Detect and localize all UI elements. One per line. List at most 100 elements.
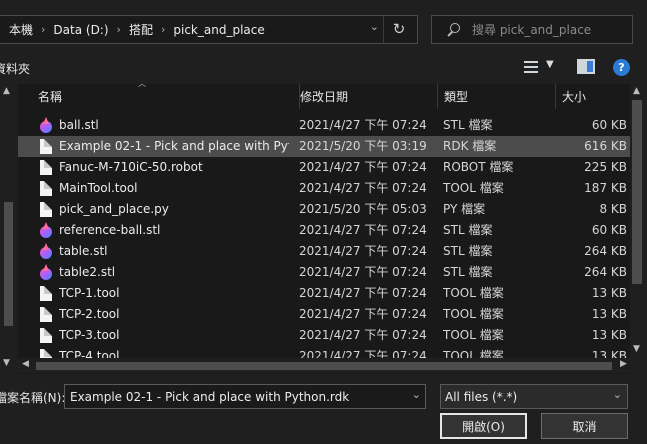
nav-pane-folder-label[interactable]: 資料夾 bbox=[0, 60, 30, 77]
file-name: TCP-3.tool bbox=[59, 328, 120, 342]
change-view-icon[interactable] bbox=[522, 59, 542, 75]
column-header-size[interactable]: 大小 bbox=[556, 84, 630, 109]
file-size: 616 KB bbox=[584, 139, 627, 153]
file-name: MainTool.tool bbox=[59, 181, 138, 195]
file-name: Example 02-1 - Pick and place with Pyt..… bbox=[59, 139, 289, 153]
divider bbox=[383, 16, 384, 43]
preview-pane-icon[interactable] bbox=[577, 59, 595, 74]
file-type: STL 檔案 bbox=[443, 118, 493, 132]
breadcrumb-item-folder[interactable]: 搭配 bbox=[129, 21, 153, 38]
nav-scrollbar-thumb[interactable] bbox=[4, 202, 13, 326]
breadcrumb-item-this-pc[interactable]: 本機 bbox=[9, 21, 33, 38]
file-type: TOOL 檔案 bbox=[443, 286, 504, 300]
file-date: 2021/4/27 下午 07:24 bbox=[299, 244, 427, 258]
nav-scroll-up-icon[interactable]: ▲ bbox=[3, 86, 10, 96]
document-icon bbox=[40, 139, 52, 154]
scroll-left-icon[interactable]: ◀ bbox=[22, 359, 29, 369]
file-row[interactable]: TCP-2.tool 2021/4/27 下午 07:24 TOOL 檔案 13 KB bbox=[18, 304, 630, 325]
filetype-select[interactable]: All files (*.*) ⌄ bbox=[440, 384, 628, 409]
scroll-up-icon[interactable]: ▲ bbox=[633, 86, 640, 96]
file-name: Fanuc-M-710iC-50.robot bbox=[59, 160, 203, 174]
vertical-scrollbar-thumb[interactable] bbox=[632, 100, 642, 284]
open-button[interactable]: 開啟(O) bbox=[440, 413, 527, 439]
file-size: 60 KB bbox=[591, 118, 627, 132]
chevron-right-icon[interactable]: › bbox=[41, 23, 45, 36]
file-name: pick_and_place.py bbox=[59, 202, 169, 216]
cancel-button[interactable]: 取消 bbox=[541, 413, 628, 439]
file-date: 2021/4/27 下午 07:24 bbox=[299, 265, 427, 279]
file-date: 2021/4/27 下午 07:24 bbox=[299, 118, 427, 132]
file-list[interactable]: 名稱 修改日期 類型 大小 ball.stl 2021/4/27 下午 07:24… bbox=[18, 84, 630, 374]
filetype-value[interactable]: All files (*.*) bbox=[445, 390, 517, 404]
scroll-right-icon[interactable]: ▶ bbox=[620, 359, 627, 369]
chevron-right-icon[interactable]: › bbox=[161, 23, 165, 36]
stl-icon bbox=[39, 243, 53, 260]
file-name: reference-ball.stl bbox=[59, 223, 161, 237]
search-box[interactable]: 搜尋 pick_and_place bbox=[431, 15, 633, 44]
file-row[interactable]: reference-ball.stl 2021/4/27 下午 07:24 STL … bbox=[18, 220, 630, 241]
file-type: STL 檔案 bbox=[443, 244, 493, 258]
file-date: 2021/4/27 下午 07:24 bbox=[299, 181, 427, 195]
scroll-down-icon[interactable]: ▼ bbox=[633, 344, 640, 354]
file-row[interactable]: TCP-3.tool 2021/4/27 下午 07:24 TOOL 檔案 13 KB bbox=[18, 325, 630, 346]
file-size: 8 KB bbox=[599, 202, 627, 216]
breadcrumb-item-current[interactable]: pick_and_place bbox=[173, 23, 264, 37]
column-header-date[interactable]: 修改日期 bbox=[294, 84, 438, 109]
document-icon bbox=[40, 181, 52, 196]
file-row[interactable]: ball.stl 2021/4/27 下午 07:24 STL 檔案 60 KB bbox=[18, 115, 630, 136]
address-history-dropdown-icon[interactable]: ⌄ bbox=[370, 20, 379, 33]
file-row[interactable]: table2.stl 2021/4/27 下午 07:24 STL 檔案 264 KB bbox=[18, 262, 630, 283]
filename-input[interactable]: Example 02-1 - Pick and place with Pytho… bbox=[64, 384, 426, 409]
file-type: TOOL 檔案 bbox=[443, 328, 504, 342]
stl-icon bbox=[39, 264, 53, 281]
document-icon bbox=[40, 307, 52, 322]
column-header-name-label: 名稱 bbox=[38, 90, 63, 104]
column-header-type-label: 類型 bbox=[444, 90, 469, 104]
file-date: 2021/5/20 下午 05:03 bbox=[299, 202, 427, 216]
file-type: STL 檔案 bbox=[443, 223, 493, 237]
search-input[interactable]: 搜尋 pick_and_place bbox=[472, 21, 591, 38]
file-row[interactable]: Fanuc-M-710iC-50.robot 2021/4/27 下午 07:24… bbox=[18, 157, 630, 178]
file-type: TOOL 檔案 bbox=[443, 307, 504, 321]
filename-value[interactable]: Example 02-1 - Pick and place with Pytho… bbox=[70, 390, 349, 404]
breadcrumb: 本機 › Data (D:) › 搭配 › pick_and_place bbox=[0, 21, 265, 38]
column-header-type[interactable]: 類型 bbox=[438, 84, 556, 109]
stl-icon bbox=[39, 117, 53, 134]
file-date: 2021/4/27 下午 07:24 bbox=[299, 160, 427, 174]
file-size: 13 KB bbox=[591, 328, 627, 342]
chevron-down-icon[interactable]: ⌄ bbox=[613, 388, 622, 401]
chevron-down-icon[interactable]: ⌄ bbox=[412, 388, 421, 401]
file-type: PY 檔案 bbox=[443, 202, 486, 216]
file-date: 2021/5/20 下午 03:19 bbox=[299, 139, 427, 153]
refresh-icon[interactable]: ↻ bbox=[389, 19, 409, 39]
horizontal-scrollbar-thumb[interactable] bbox=[36, 362, 612, 370]
file-row[interactable]: Example 02-1 - Pick and place with Pyt..… bbox=[18, 136, 630, 157]
column-header-name[interactable]: 名稱 bbox=[32, 84, 300, 109]
document-icon bbox=[40, 202, 52, 217]
file-size: 264 KB bbox=[584, 265, 627, 279]
file-row[interactable]: MainTool.tool 2021/4/27 下午 07:24 TOOL 檔案 18… bbox=[18, 178, 630, 199]
breadcrumb-item-drive[interactable]: Data (D:) bbox=[53, 23, 108, 37]
file-type: RDK 檔案 bbox=[443, 139, 497, 153]
document-icon bbox=[40, 286, 52, 301]
document-icon bbox=[40, 160, 52, 175]
file-type: TOOL 檔案 bbox=[443, 181, 504, 195]
filename-label: 檔案名稱(N): bbox=[0, 391, 66, 405]
chevron-right-icon[interactable]: › bbox=[117, 23, 121, 36]
search-icon bbox=[446, 22, 460, 37]
stl-icon bbox=[39, 222, 53, 239]
address-bar[interactable]: 本機 › Data (D:) › 搭配 › pick_and_place ⌄ ↻ bbox=[0, 15, 418, 44]
file-row[interactable]: pick_and_place.py 2021/5/20 下午 05:03 PY 檔案… bbox=[18, 199, 630, 220]
file-type: STL 檔案 bbox=[443, 265, 493, 279]
window-top-edge bbox=[0, 0, 647, 9]
file-name: ball.stl bbox=[59, 118, 99, 132]
nav-scroll-down-icon[interactable]: ▼ bbox=[3, 358, 10, 368]
file-date: 2021/4/27 下午 07:24 bbox=[299, 223, 427, 237]
file-row[interactable]: table.stl 2021/4/27 下午 07:24 STL 檔案 264 KB bbox=[18, 241, 630, 262]
view-options-dropdown-icon[interactable]: ▼ bbox=[546, 59, 554, 70]
file-row[interactable]: TCP-1.tool 2021/4/27 下午 07:24 TOOL 檔案 13 KB bbox=[18, 283, 630, 304]
file-date: 2021/4/27 下午 07:24 bbox=[299, 286, 427, 300]
column-header-size-label: 大小 bbox=[562, 90, 587, 104]
help-icon[interactable]: ? bbox=[613, 59, 630, 76]
file-type: ROBOT 檔案 bbox=[443, 160, 514, 174]
